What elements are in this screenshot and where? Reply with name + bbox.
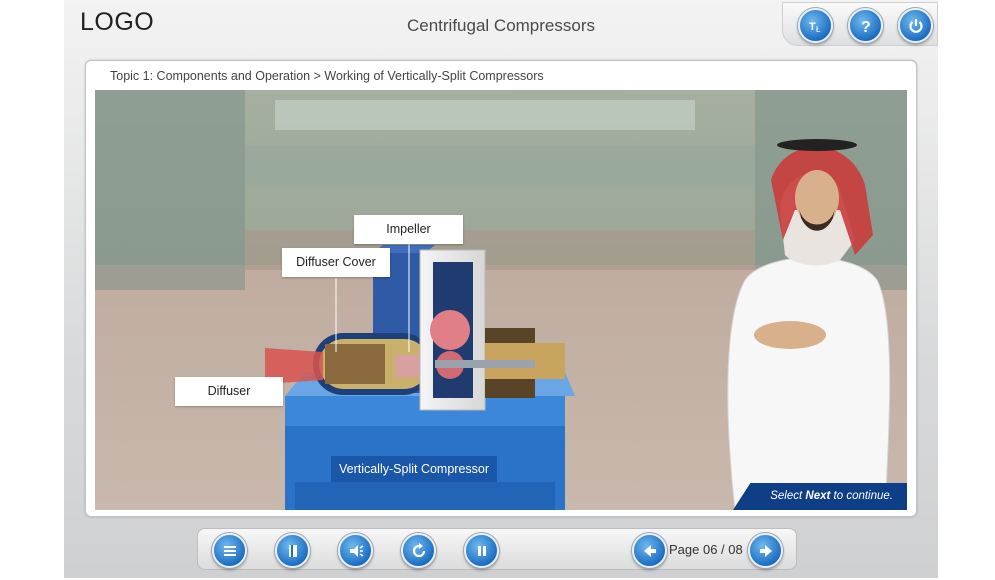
svg-text:?: ? (861, 19, 871, 35)
svg-text:T: T (809, 21, 816, 33)
bottom-nav-bar: Page 06 / 08 (197, 528, 797, 570)
help-button[interactable]: ? (848, 8, 883, 43)
notes-button[interactable] (275, 533, 310, 568)
replay-button[interactable] (401, 533, 436, 568)
power-icon (908, 18, 923, 33)
diffuser-label: Diffuser (175, 377, 283, 406)
help-icon: ? (861, 19, 871, 35)
glossary-icon: TŁ (809, 21, 821, 34)
next-button[interactable] (748, 533, 783, 568)
audio-button[interactable] (338, 533, 373, 568)
diffuser-cover-label: Diffuser Cover (282, 248, 390, 277)
breadcrumb: Topic 1: Components and Operation > Work… (110, 69, 544, 83)
replay-icon (412, 542, 425, 557)
audio-icon (349, 544, 363, 557)
compressor-label: Vertically-Split Compressor (331, 456, 497, 482)
arrow-left-icon (643, 544, 656, 557)
page-indicator: Page 06 / 08 (669, 542, 743, 557)
exit-button[interactable] (898, 8, 933, 43)
impeller-label: Impeller (354, 215, 463, 244)
notes-icon (288, 544, 297, 557)
pause-button[interactable] (464, 533, 499, 568)
top-toolbar: TŁ ? (782, 2, 938, 46)
glossary-button[interactable]: TŁ (798, 8, 833, 43)
scene-illustration (95, 90, 907, 510)
content-frame: Topic 1: Components and Operation > Work… (85, 60, 917, 517)
menu-button[interactable] (212, 533, 247, 568)
continue-banner: Select Next to continue. (733, 483, 907, 510)
prev-button[interactable] (632, 533, 667, 568)
arrow-right-icon (759, 544, 772, 557)
svg-text:Ł: Ł (816, 25, 821, 34)
pause-icon (477, 545, 486, 556)
scene: Impeller Diffuser Cover Diffuser Vertica… (95, 90, 907, 510)
menu-icon (223, 545, 236, 556)
